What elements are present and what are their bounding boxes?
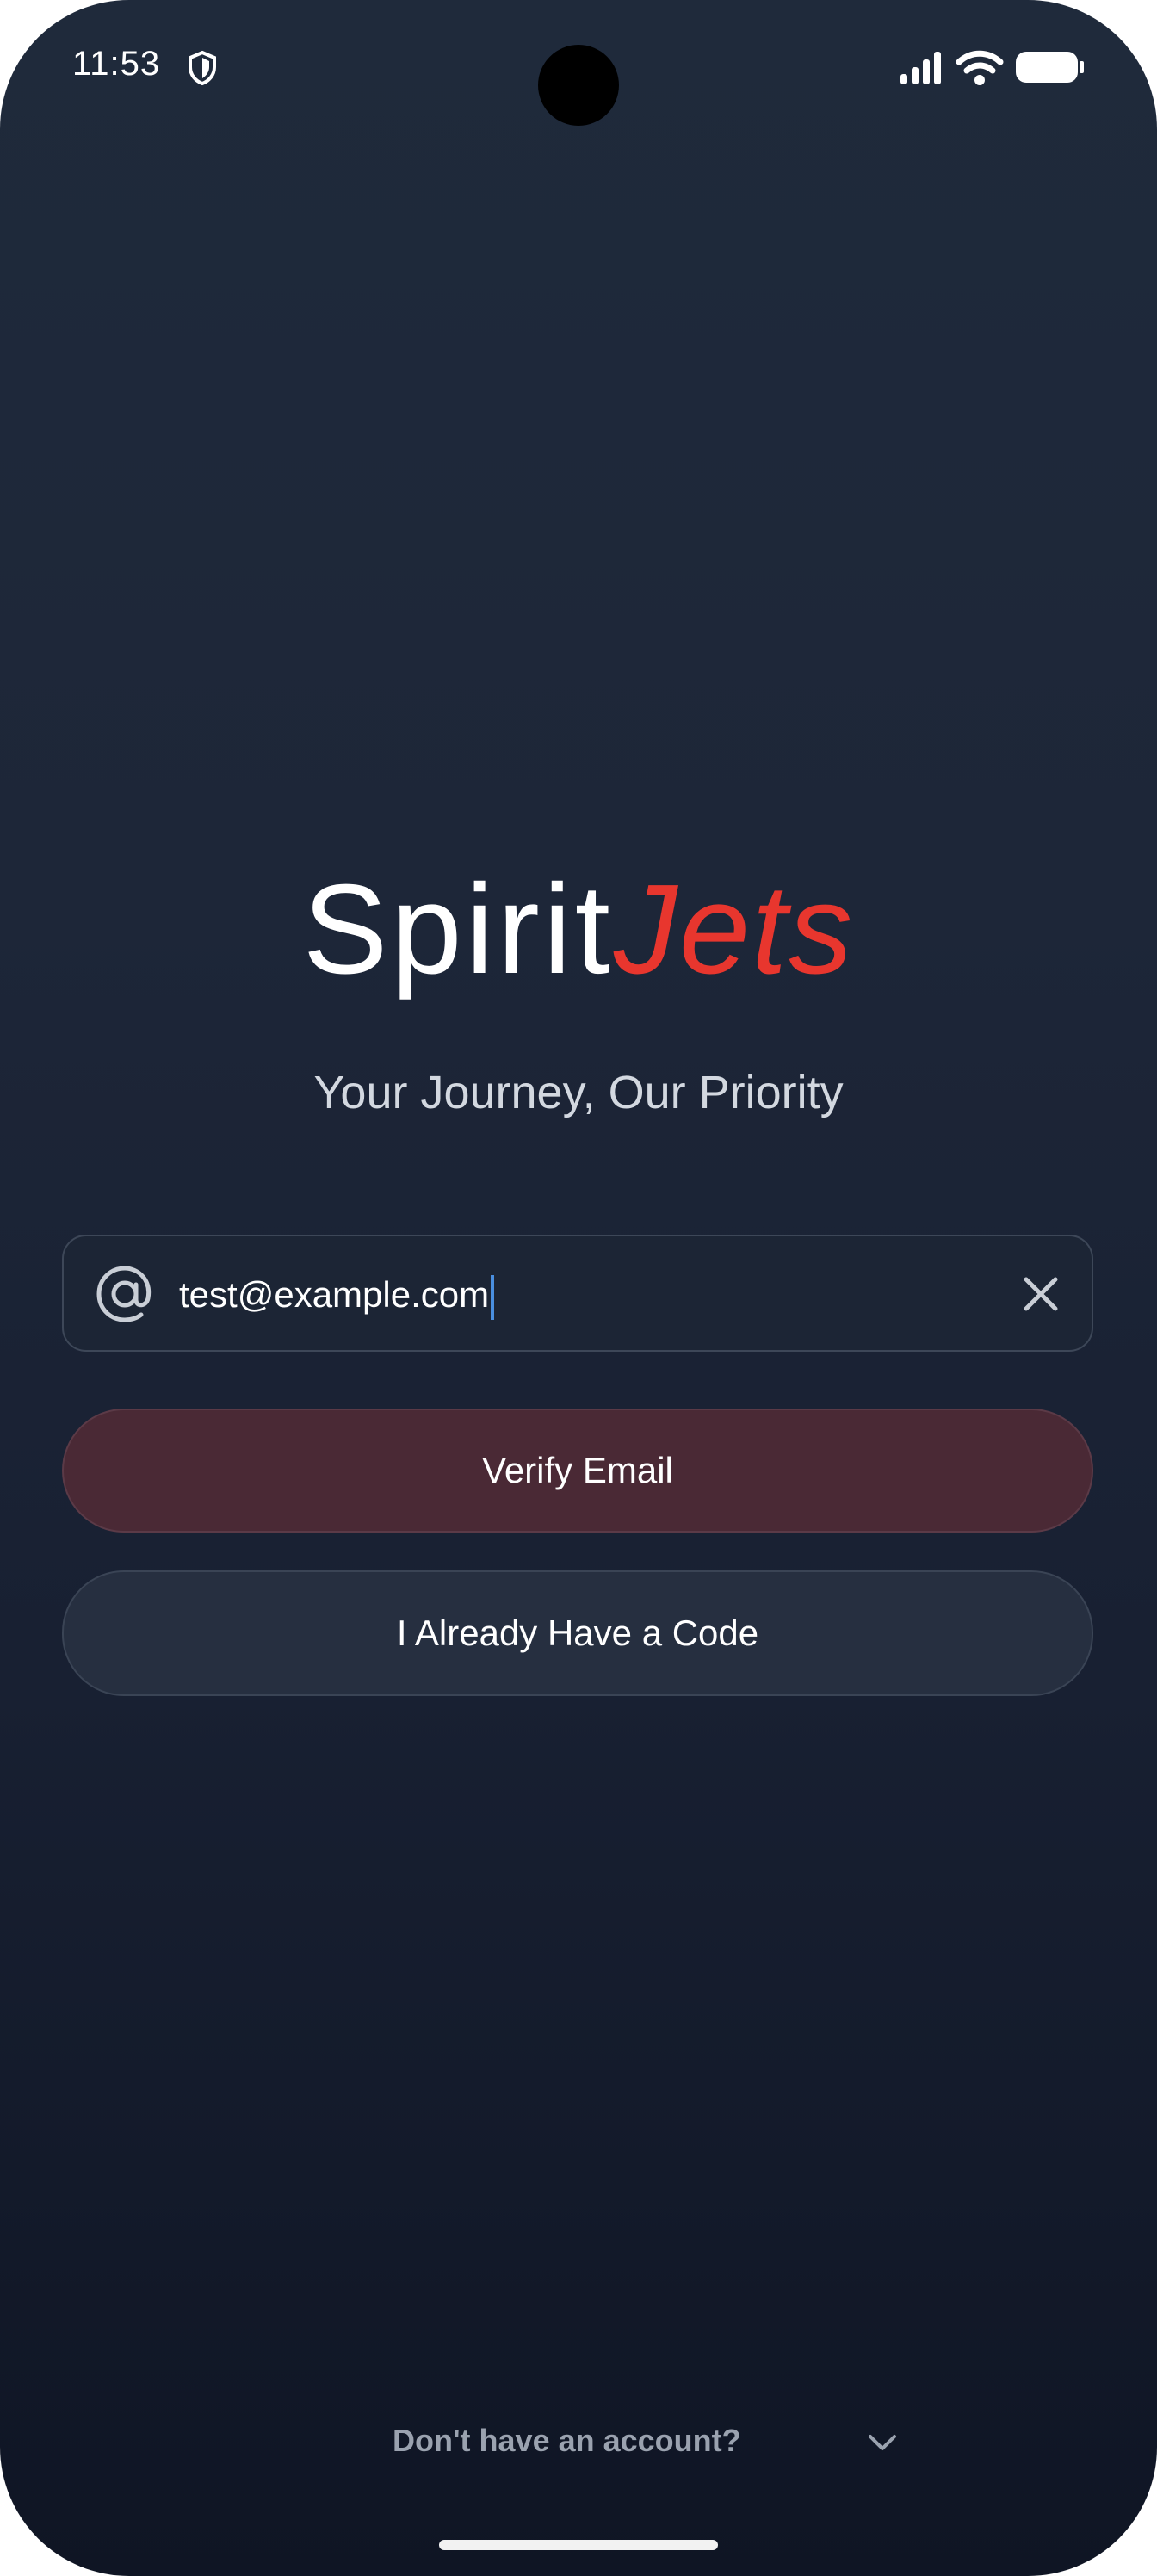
close-icon[interactable] [1019,1273,1062,1316]
wifi-icon [956,50,1004,85]
text-cursor [491,1274,495,1320]
signup-prompt[interactable]: Don't have an account? [393,2423,741,2459]
tagline: Your Journey, Our Priority [313,1067,844,1118]
front-camera [538,45,619,126]
logo-text-spirit: Spirit [302,858,614,1000]
brand-logo: SpiritJets [0,861,1157,999]
verify-email-button[interactable]: Verify Email [62,1409,1093,1533]
at-icon [96,1266,152,1322]
logo-text-jets: Jets [613,858,855,1000]
email-value: test@example.com [179,1274,490,1315]
shield-icon [189,50,216,86]
battery-icon [1016,52,1084,83]
email-field[interactable]: test@example.com [62,1235,1093,1352]
have-code-button[interactable]: I Already Have a Code [62,1570,1093,1696]
status-time: 11:53 [72,45,161,83]
email-input[interactable]: test@example.com [179,1271,495,1320]
signal-icon [900,52,941,84]
app-screen: 11:53 SpiritJets Your Journey, Our Prior… [0,0,1157,2576]
home-indicator[interactable] [439,2540,718,2550]
chevron-down-icon[interactable] [866,2431,899,2454]
